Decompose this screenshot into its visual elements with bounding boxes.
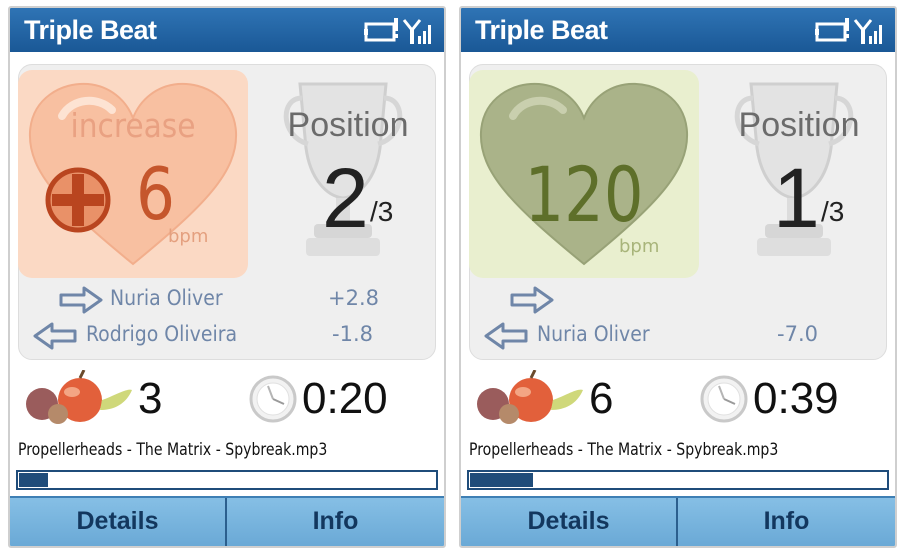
arrow-left-icon [484, 322, 528, 350]
fruit-count: 6 [589, 374, 614, 423]
fruit-icon [477, 370, 583, 424]
competitor-behind-name: Nuria Oliver [537, 322, 650, 346]
fruit-icon [26, 370, 132, 424]
elapsed-time: 0:20 [302, 374, 388, 423]
battery-warning-icon [364, 18, 398, 42]
competitor-behind-diff: -1.8 [332, 322, 373, 346]
competitor-ahead-row [461, 284, 879, 314]
app-title: Triple Beat [24, 15, 157, 45]
position-total: /3 [821, 196, 845, 227]
track-progress-fill [19, 473, 49, 487]
softkey-bar: Details Info [461, 496, 895, 546]
phone-screen-heart-rate: Triple Beat 120 bpm Position 1 /3 Nuria … [459, 6, 897, 548]
track-progress-bar [16, 470, 438, 490]
arrow-right-icon [59, 286, 103, 314]
bpm-change-value: 6 [136, 152, 175, 236]
now-playing-track: Propellerheads - The Matrix - Spybreak.m… [18, 440, 328, 460]
competitor-behind-name: Rodrigo Oliveira [86, 322, 238, 346]
phone-screen-increase: Triple Beat increase 6 bpm Position 2 /3… [8, 6, 446, 548]
heart-rate-value: 120 [524, 150, 644, 239]
details-softkey[interactable]: Details [461, 498, 678, 546]
track-progress-bar [467, 470, 889, 490]
app-title: Triple Beat [475, 15, 608, 45]
signal-strength-icon [402, 19, 431, 44]
heart-mode-label: increase [70, 106, 196, 145]
elapsed-time: 0:39 [753, 374, 839, 423]
position-total: /3 [370, 196, 394, 227]
competitor-behind-row: Rodrigo Oliveira -1.8 [10, 320, 428, 350]
stopwatch-icon [249, 375, 297, 423]
battery-warning-icon [815, 18, 849, 42]
competitor-ahead-row: Nuria Oliver +2.8 [10, 284, 428, 314]
competitor-ahead-name: Nuria Oliver [110, 286, 223, 310]
plus-circle-icon [45, 167, 111, 233]
info-softkey[interactable]: Info [678, 498, 895, 546]
competitor-behind-diff: -7.0 [777, 322, 818, 346]
position-label: Position [738, 106, 860, 144]
title-bar: Triple Beat [10, 8, 444, 52]
arrow-right-icon [510, 286, 554, 314]
softkey-bar: Details Info [10, 496, 444, 546]
arrow-left-icon [33, 322, 77, 350]
competitor-behind-row: Nuria Oliver -7.0 [461, 320, 879, 350]
position-current: 2 [322, 151, 369, 245]
info-softkey[interactable]: Info [227, 498, 444, 546]
title-bar: Triple Beat [461, 8, 895, 52]
position-current: 1 [773, 151, 820, 245]
track-progress-fill [470, 473, 533, 487]
details-softkey[interactable]: Details [10, 498, 227, 546]
fruit-count: 3 [138, 374, 163, 423]
heart-rate-box: 120 bpm [469, 70, 699, 278]
bpm-unit: bpm [619, 236, 660, 257]
now-playing-track: Propellerheads - The Matrix - Spybreak.m… [469, 440, 779, 460]
competitor-ahead-diff: +2.8 [328, 286, 379, 310]
heart-rate-target-box: increase 6 bpm [18, 70, 248, 278]
position-label: Position [287, 106, 409, 144]
stopwatch-icon [700, 375, 748, 423]
status-icons [364, 18, 431, 44]
status-icons [815, 18, 882, 44]
bpm-unit: bpm [168, 226, 209, 247]
signal-strength-icon [853, 19, 882, 44]
